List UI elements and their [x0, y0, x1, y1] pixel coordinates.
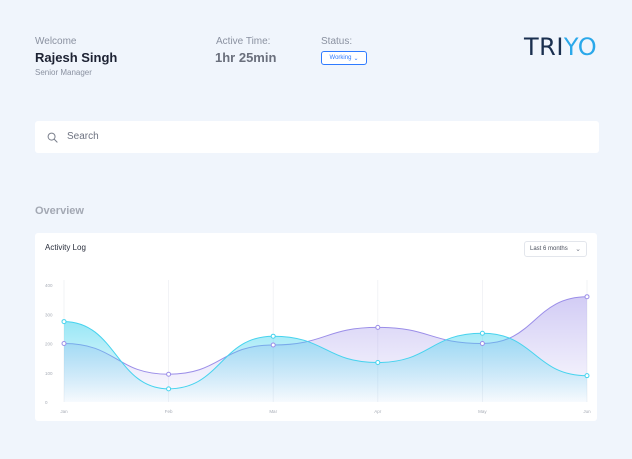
data-point [270, 333, 276, 339]
logo-text-dark: TRI [524, 33, 564, 61]
triyo-logo: TRIYO [524, 33, 597, 61]
data-point [375, 324, 381, 330]
chevron-down-icon: ⌄ [353, 55, 359, 62]
x-tick-label: Apr [374, 409, 382, 414]
data-point [166, 371, 172, 377]
data-point [584, 373, 590, 379]
active-time-value: 1hr 25min [215, 50, 277, 65]
overview-heading: Overview [35, 205, 84, 217]
data-point [270, 342, 276, 348]
data-point [61, 319, 67, 325]
status-dropdown[interactable]: Working ⌄ [321, 51, 367, 65]
dashboard-header: Welcome Rajesh Singh Senior Manager Acti… [0, 0, 632, 100]
search-input[interactable]: Search [67, 131, 99, 142]
activity-chart: 400 300 200 100 0 Jan Feb Mar Apr May Jun [45, 280, 591, 414]
activity-log-card: Activity Log Last 6 months ⌄ 400 300 200 10… [35, 233, 597, 421]
active-time-label: Active Time: [216, 36, 271, 47]
series-area [64, 321, 587, 402]
logo-text-blue: YO [563, 33, 598, 61]
y-tick-label: 300 [45, 312, 53, 317]
search-icon [47, 132, 58, 143]
y-tick-label: 0 [45, 400, 48, 405]
welcome-label: Welcome [35, 36, 77, 47]
search-bar[interactable]: Search [35, 121, 599, 153]
data-point [375, 360, 381, 366]
y-tick-label: 200 [45, 342, 53, 347]
x-tick-label: May [478, 409, 487, 414]
data-point [584, 294, 590, 300]
status-value: Working [329, 55, 352, 61]
x-tick-label: Feb [165, 409, 173, 414]
x-tick-label: Mar [269, 409, 277, 414]
data-point [479, 341, 485, 346]
status-label: Status: [321, 36, 353, 47]
user-role: Senior Manager [35, 68, 92, 77]
data-point [479, 330, 485, 336]
x-tick-label: Jan [60, 409, 68, 414]
y-tick-label: 100 [45, 371, 53, 376]
y-tick-label: 400 [45, 283, 53, 288]
data-point [61, 341, 67, 346]
user-name: Rajesh Singh [35, 50, 118, 65]
x-tick-label: Jun [583, 409, 591, 414]
data-point [166, 386, 172, 392]
